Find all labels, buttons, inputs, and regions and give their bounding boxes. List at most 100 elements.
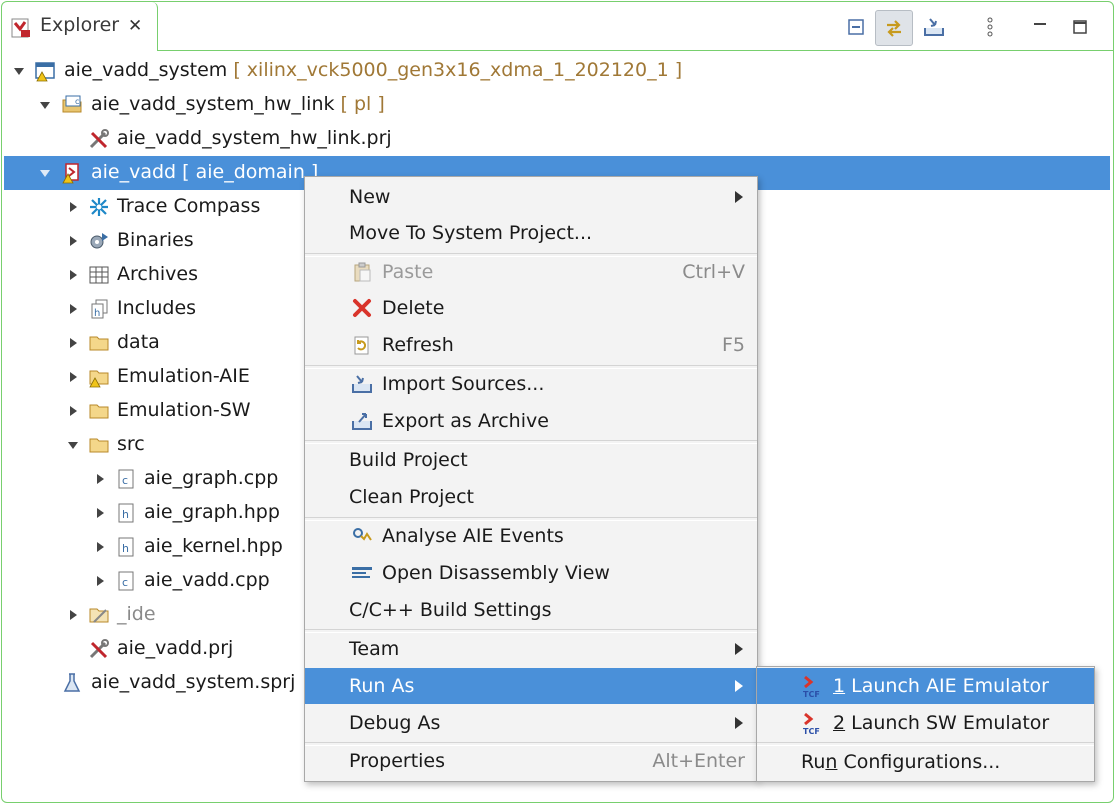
menu-item-label: Analyse AIE Events [382,525,564,547]
menu-item-debug-as[interactable]: Debug As [305,705,757,741]
collapsed-twistie-icon[interactable] [93,496,107,530]
tree-label: aie_vadd_system_hw_link [ pl ] [91,93,385,115]
tab-explorer[interactable]: Explorer ✕ [2,2,158,51]
collapsed-twistie-icon[interactable] [93,462,107,496]
menu-item-label: Export as Archive [382,410,549,432]
collapsed-twistie-icon[interactable] [66,394,80,428]
menu-item-open-disassembly[interactable]: Open Disassembly View [305,555,757,591]
refresh-icon [354,336,369,355]
ide-folder-icon [89,608,109,623]
menu-item-label: Delete [382,297,445,319]
menu-item-label: 2 Launch SW Emulator [833,712,1050,734]
tcf-launch-icon: TCF [803,675,820,698]
tree-decoration: [ xilinx_vck5000_gen3x16_xdma_1_202120_1… [233,59,683,81]
cpp-file-icon: c [118,571,134,591]
analyse-icon [353,528,372,541]
disassembly-icon [352,567,372,578]
tree-label: src [117,433,145,455]
tree-item-system[interactable]: aie_vadd_system [ xilinx_vck5000_gen3x16… [4,54,1110,88]
folder-icon [89,336,109,351]
menu-item-label: Run As [349,675,415,697]
delete-icon [353,299,371,317]
tree-label: Trace Compass [117,195,261,217]
tree-item-hw-link-prj[interactable]: aie_vadd_system_hw_link.prj [4,122,1110,156]
menu-item-export-archive[interactable]: Export as Archive [305,403,757,439]
menu-item-run-as[interactable]: Run As [305,668,757,704]
collapsed-twistie-icon[interactable] [66,190,80,224]
menu-item-clean-project[interactable]: Clean Project [305,479,757,515]
tree-label: aie_graph.hpp [144,501,280,523]
trace-compass-icon [90,198,108,216]
expanded-twistie-icon[interactable] [12,54,26,88]
tree-label: aie_graph.cpp [144,467,279,489]
minimize-icon[interactable] [1022,10,1058,44]
collapsed-twistie-icon[interactable] [93,564,107,598]
paste-icon [354,262,371,282]
tree-label: aie_vadd_system [ xilinx_vck5000_gen3x16… [64,59,683,81]
context-menu: New Move To System Project... Paste Ctrl… [304,176,758,782]
tree-label: aie_vadd_system.sprj [91,671,296,693]
prj-settings-icon [89,639,109,659]
menu-item-run-configurations[interactable]: Run Configurations... [757,744,1094,780]
menu-item-team[interactable]: Team [305,631,757,667]
menu-item-launch-sw-emulator[interactable]: TCF 2 Launch SW Emulator [757,705,1094,741]
explorer-icon [11,18,30,38]
tree-label: aie_vadd [ aie_domain ] [91,161,319,183]
menu-item-properties[interactable]: Properties Alt+Enter [305,743,757,779]
menu-item-label: 1 Launch AIE Emulator [833,675,1049,697]
collapsed-twistie-icon[interactable] [66,360,80,394]
menu-item-refresh[interactable]: Refresh F5 [305,327,757,363]
view-menu-icon[interactable] [972,10,1008,44]
tree-label: Emulation-AIE [117,365,250,387]
maximize-icon[interactable] [1062,10,1098,44]
export-icon [352,413,372,430]
menu-item-paste: Paste Ctrl+V [305,254,757,290]
menu-item-label: C/C++ Build Settings [349,599,552,621]
import-icon[interactable] [916,10,952,44]
menu-item-label: Clean Project [349,486,474,508]
system-project-icon [35,62,55,82]
tree-label: Archives [117,263,198,285]
tree-label: Emulation-SW [117,399,251,421]
hw-link-project-icon: c [62,95,82,113]
menu-item-label: Build Project [349,449,468,471]
menu-item-label: Team [349,638,400,660]
source-folder-icon [89,438,109,453]
shortcut-label: Alt+Enter [652,750,745,772]
tree-label: Includes [117,297,197,319]
aie-project-icon [62,163,79,184]
collapsed-twistie-icon[interactable] [66,258,80,292]
menu-item-new[interactable]: New [305,179,757,215]
submenu-arrow-icon [735,717,743,729]
menu-item-launch-aie-emulator[interactable]: TCF 1 Launch AIE Emulator [757,668,1094,704]
menu-item-build-project[interactable]: Build Project [305,442,757,478]
menu-item-move-to-system-project[interactable]: Move To System Project... [305,215,757,251]
link-with-editor-icon[interactable] [875,10,913,46]
menu-item-label: Run Configurations... [801,751,1001,773]
tree-item-hw-link[interactable]: c aie_vadd_system_hw_link [ pl ] [4,88,1110,122]
collapsed-twistie-icon[interactable] [66,598,80,632]
menu-item-delete[interactable]: Delete [305,290,757,326]
prj-settings-icon [89,129,109,149]
svg-text:h: h [122,542,129,555]
menu-item-analyse-aie-events[interactable]: Analyse AIE Events [305,518,757,554]
menu-item-build-settings[interactable]: C/C++ Build Settings [305,592,757,628]
menu-item-import-sources[interactable]: Import Sources... [305,366,757,402]
expanded-twistie-icon[interactable] [38,156,52,190]
menu-item-label: Move To System Project... [349,222,593,244]
folder-icon [89,404,109,419]
collapsed-twistie-icon[interactable] [66,326,80,360]
close-icon[interactable]: ✕ [128,16,142,36]
collapse-all-icon[interactable] [838,10,874,44]
svg-text:TCF: TCF [803,727,820,735]
expanded-twistie-icon[interactable] [66,428,80,462]
collapsed-twistie-icon[interactable] [66,292,80,326]
collapsed-twistie-icon[interactable] [66,224,80,258]
import-icon [352,375,372,393]
collapsed-twistie-icon[interactable] [93,530,107,564]
binaries-icon [90,233,108,249]
tab-underline [157,50,1113,51]
menu-item-label: Import Sources... [382,373,545,395]
tree-label: aie_vadd_system_hw_link.prj [117,127,392,149]
expanded-twistie-icon[interactable] [38,88,52,122]
